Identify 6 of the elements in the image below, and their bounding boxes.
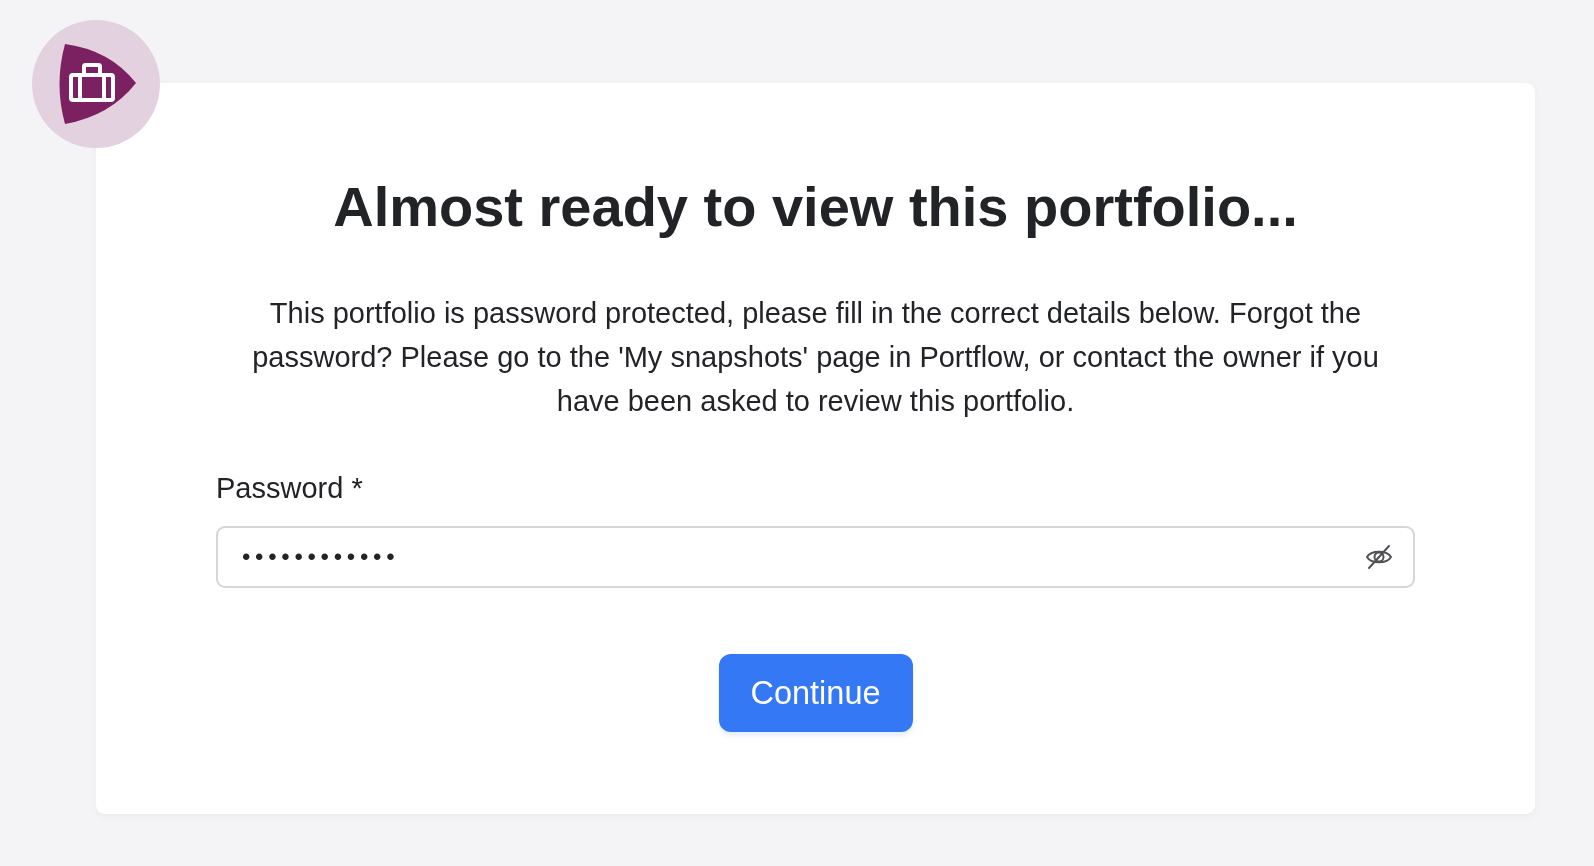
description-text: This portfolio is password protected, please fill in the correct details below. Forgot the password? Please go to the 'My snapshots' page in Portflow, or contact the owner if you have been asked to review this portfolio. — [251, 296, 1380, 419]
eye-off-icon[interactable] — [1365, 544, 1393, 570]
page-heading: Almost ready to view this portfolio... — [333, 174, 1298, 240]
continue-button[interactable]: Continue — [718, 654, 913, 732]
password-field[interactable]: •••••••••••• — [216, 526, 1415, 588]
password-label: Password * — [216, 471, 363, 505]
